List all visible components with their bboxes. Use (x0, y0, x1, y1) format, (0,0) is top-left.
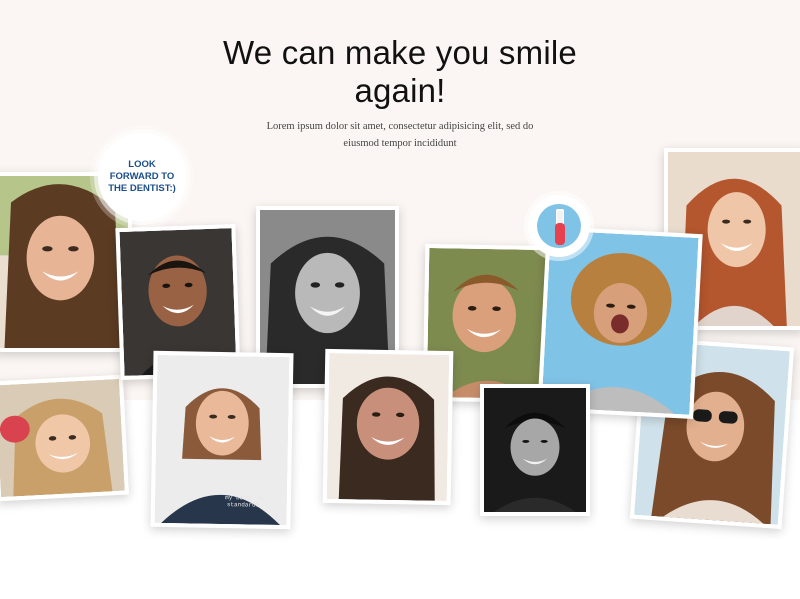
toothbrush-icon (536, 203, 582, 249)
dentist-badge: LOOK FORWARD TO THE DENTIST:) (98, 133, 186, 221)
hero-subtext: Lorem ipsum dolor sit amet, consectetur … (266, 121, 534, 149)
toothbrush-badge (528, 195, 590, 257)
badge-text: LOOK FORWARD TO THE DENTIST:) (108, 159, 176, 194)
smiling-girl-photo-7 (0, 374, 130, 502)
shirt-text: my body, my standards. (225, 494, 265, 509)
page-title: We can make you smile again! (223, 34, 577, 109)
smiling-man-bw-photo-10 (480, 384, 590, 516)
smiling-woman-shirt-photo-8: my body, my standards. (150, 350, 294, 530)
smiling-woman-photo-9 (322, 348, 454, 506)
